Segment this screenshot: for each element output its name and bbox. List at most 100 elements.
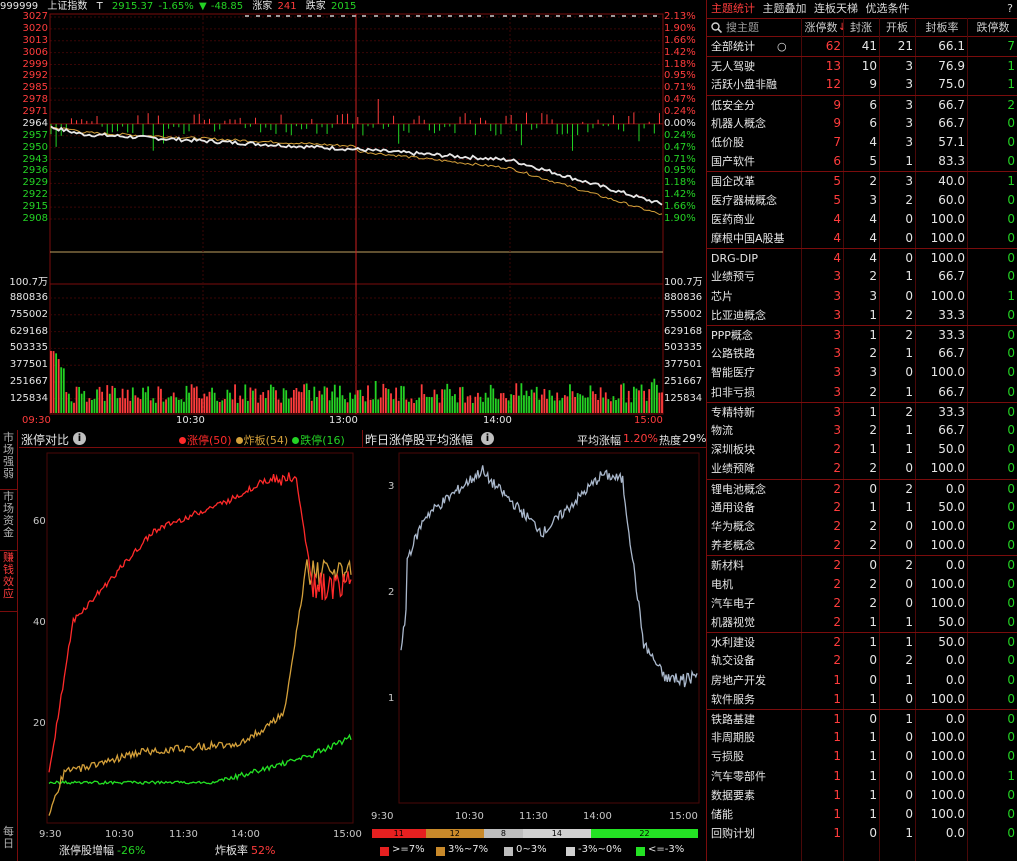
theme-row[interactable]: 国产软件 6 5 1 83.3 0 xyxy=(707,152,1017,171)
seal-rate: 100.0 xyxy=(930,787,965,802)
theme-row[interactable]: 新材料 2 0 2 0.0 0 xyxy=(707,555,1017,574)
theme-row[interactable]: 铁路基建 1 0 1 0.0 0 xyxy=(707,709,1017,728)
theme-row[interactable]: 电机 2 2 0 100.0 0 xyxy=(707,575,1017,594)
volume-bar xyxy=(586,397,589,413)
theme-name: 智能医疗 xyxy=(711,366,755,380)
theme-row[interactable]: 公路铁路 3 2 1 66.7 0 xyxy=(707,344,1017,363)
tab-theme-overlay[interactable]: 主题叠加 xyxy=(763,2,807,15)
volume-bar xyxy=(461,386,464,413)
theme-row[interactable]: 房地产开发 1 0 1 0.0 0 xyxy=(707,671,1017,690)
theme-row[interactable]: 通用设备 2 1 1 50.0 0 xyxy=(707,498,1017,517)
tab-theme-stats[interactable]: 主题统计 xyxy=(711,2,755,15)
volume-bar xyxy=(374,381,377,413)
side-tab-profit-effect[interactable]: 赚钱效应 xyxy=(0,552,17,612)
plot-frame xyxy=(398,452,700,804)
theme-row[interactable]: 医疗器械概念 5 3 2 60.0 0 xyxy=(707,191,1017,210)
seal-rate: 100.0 xyxy=(930,461,965,476)
theme-row[interactable]: 软件服务 1 1 0 100.0 0 xyxy=(707,690,1017,709)
theme-name: 汽车零部件 xyxy=(711,769,766,783)
theme-row[interactable]: 无人驾驶 13 10 3 76.9 1 xyxy=(707,56,1017,75)
theme-row[interactable]: 业绩预亏 3 2 1 66.7 0 xyxy=(707,267,1017,286)
pct-tick-right: 0.24% xyxy=(664,129,696,141)
theme-row[interactable]: 机器人概念 9 6 3 66.7 0 xyxy=(707,114,1017,133)
theme-row[interactable]: 专精特新 3 1 2 33.3 0 xyxy=(707,401,1017,421)
volume-bar xyxy=(571,391,574,413)
theme-row[interactable]: 数据要素 1 1 0 100.0 0 xyxy=(707,786,1017,805)
info-icon[interactable]: i xyxy=(481,432,494,445)
limit-up-count: 2 xyxy=(833,576,841,591)
theme-row[interactable]: 摩根中国A股基 4 4 0 100.0 0 xyxy=(707,229,1017,248)
price-tick-left: 2957 xyxy=(22,129,48,141)
avg-gain-label: 平均涨幅 xyxy=(577,434,621,447)
theme-search-input[interactable]: 搜主题 xyxy=(726,19,759,37)
volume-bar xyxy=(126,389,129,413)
sealed-count: 2 xyxy=(869,346,877,361)
sealed-count: 4 xyxy=(869,211,877,226)
theme-row[interactable]: 深圳板块 2 1 1 50.0 0 xyxy=(707,440,1017,459)
yest-gain-chart[interactable]: 3 2 1 9:30 10:30 11:30 14:00 15:00 xyxy=(363,449,706,823)
theme-row[interactable]: 芯片 3 3 0 100.0 1 xyxy=(707,287,1017,306)
theme-row[interactable]: 机器视觉 2 1 1 50.0 0 xyxy=(707,613,1017,632)
theme-row[interactable]: 比亚迪概念 3 1 2 33.3 0 xyxy=(707,306,1017,325)
theme-row[interactable]: 低价股 7 4 3 57.1 0 xyxy=(707,133,1017,152)
limit-up-count: 3 xyxy=(833,288,841,303)
theme-row[interactable]: 医药商业 4 4 0 100.0 0 xyxy=(707,210,1017,229)
volume-tick-right: 880836 xyxy=(664,292,703,303)
volume-bar xyxy=(57,359,60,413)
col-opened[interactable]: 开板 xyxy=(881,19,913,37)
sealed-count: 4 xyxy=(869,135,877,149)
volume-bar xyxy=(390,393,392,413)
tab-preferred-conditions[interactable]: 优选条件 xyxy=(866,2,910,15)
theme-row[interactable]: 活跃小盘非融 12 9 3 75.0 1 xyxy=(707,75,1017,94)
info-icon[interactable]: i xyxy=(73,432,86,445)
theme-row[interactable]: 养老概念 2 2 0 100.0 0 xyxy=(707,536,1017,555)
col-sealed[interactable]: 封涨 xyxy=(845,19,877,37)
x-tick: 9:30 xyxy=(39,829,61,840)
col-limit-down-count[interactable]: 跌停数 xyxy=(969,19,1017,37)
theme-row[interactable]: 低安全分 9 6 3 66.7 2 xyxy=(707,94,1017,114)
side-tab-daily[interactable]: 每日 xyxy=(0,826,17,861)
theme-row[interactable]: 亏损股 1 1 0 100.0 0 xyxy=(707,747,1017,766)
theme-row[interactable]: 全部统计 ○ 62 41 21 66.1 7 xyxy=(707,37,1017,56)
col-limit-up-count[interactable]: 涨停数 xyxy=(803,19,839,37)
theme-row[interactable]: 业绩预降 2 2 0 100.0 0 xyxy=(707,459,1017,478)
theme-row[interactable]: 智能医疗 3 3 0 100.0 0 xyxy=(707,363,1017,382)
theme-row[interactable]: 非周期股 1 1 0 100.0 0 xyxy=(707,728,1017,747)
opened-count: 1 xyxy=(905,269,913,284)
theme-row[interactable]: 扣非亏损 3 2 1 66.7 0 xyxy=(707,383,1017,402)
theme-name: 比亚迪概念 xyxy=(711,308,766,322)
side-tab-market-strength[interactable]: 市场强弱 xyxy=(0,432,17,490)
theme-row[interactable]: PPP概念 3 1 2 33.3 0 xyxy=(707,325,1017,344)
help-icon[interactable]: ? xyxy=(1007,0,1013,18)
theme-row[interactable]: 轨交设备 2 0 2 0.0 0 xyxy=(707,651,1017,670)
event-marker xyxy=(567,15,571,17)
volume-bar xyxy=(167,397,170,413)
limit-compare-chart[interactable]: 60 40 20 9:30 10:30 11:30 14:00 15:00 xyxy=(19,449,362,844)
theme-row[interactable]: 储能 1 1 0 100.0 0 xyxy=(707,805,1017,824)
refresh-icon[interactable]: ○ xyxy=(777,37,787,56)
side-tab-market-funds[interactable]: 市场资金 xyxy=(0,491,17,551)
price-tick-left: 2978 xyxy=(22,94,48,106)
seal-rate: 66.7 xyxy=(938,97,965,112)
theme-row[interactable]: 汽车电子 2 2 0 100.0 0 xyxy=(707,594,1017,613)
intraday-chart[interactable] xyxy=(0,0,706,428)
x-tick: 14:00 xyxy=(583,811,612,822)
theme-row[interactable]: 水利建设 2 1 1 50.0 0 xyxy=(707,632,1017,651)
theme-row[interactable]: 物流 3 2 1 66.7 0 xyxy=(707,421,1017,440)
col-seal-rate[interactable]: 封板率 xyxy=(917,19,967,37)
theme-row[interactable]: 锂电池概念 2 0 2 0.0 0 xyxy=(707,478,1017,498)
volume-tick-right: 251667 xyxy=(664,376,703,387)
theme-row[interactable]: 汽车零部件 1 1 0 100.0 1 xyxy=(707,767,1017,786)
sealed-count: 1 xyxy=(869,635,877,650)
tab-limit-ladder[interactable]: 连板天梯 xyxy=(814,2,858,15)
seal-rate: 100.0 xyxy=(930,231,965,245)
theme-row[interactable]: DRG-DIP 4 4 0 100.0 0 xyxy=(707,248,1017,267)
legend-label: 涨停 xyxy=(187,434,209,447)
theme-row[interactable]: 华为概念 2 2 0 100.0 0 xyxy=(707,517,1017,536)
theme-row[interactable]: 国企改革 5 2 3 40.0 1 xyxy=(707,171,1017,190)
search-icon[interactable] xyxy=(711,22,722,33)
y-tick: 20 xyxy=(33,718,46,729)
limit-down-count: 1 xyxy=(1007,77,1015,92)
theme-row[interactable]: 回购计划 1 0 1 0.0 0 xyxy=(707,824,1017,843)
limit-increase-value: -26% xyxy=(117,844,146,857)
